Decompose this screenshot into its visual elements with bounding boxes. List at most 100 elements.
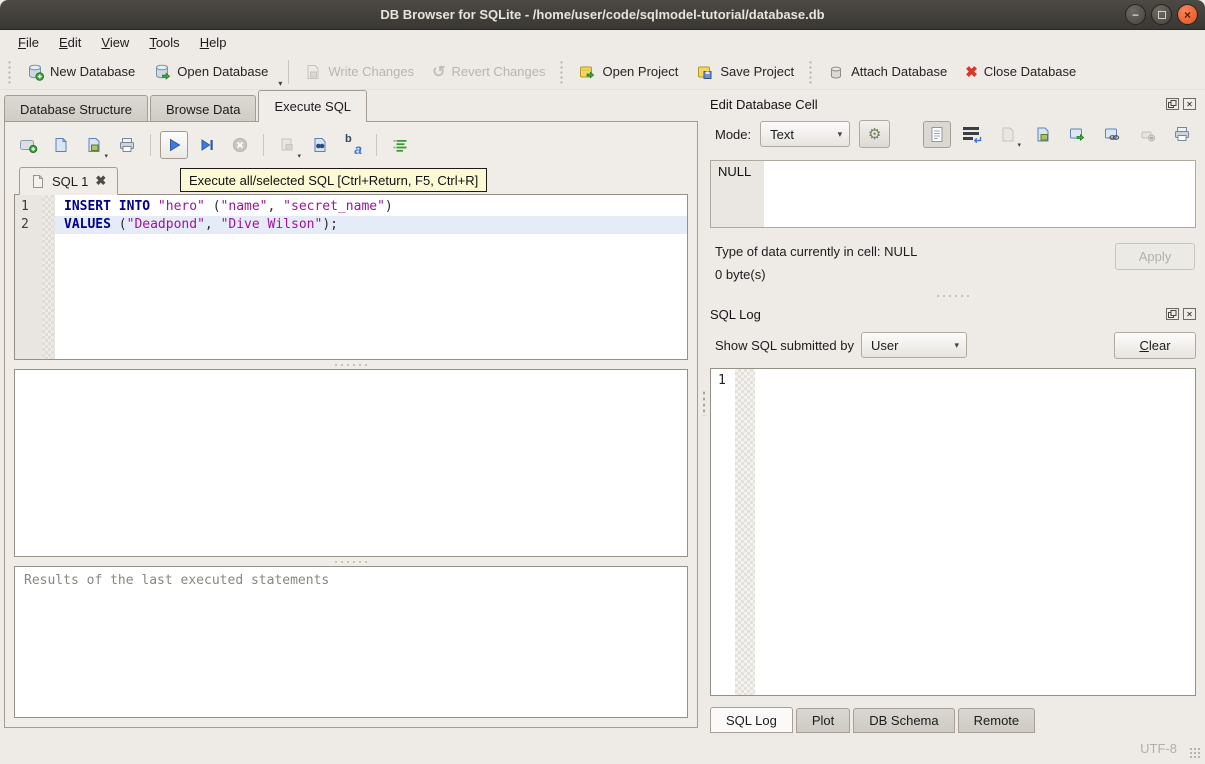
sql-editor[interactable]: 1 2 INSERT INTO "hero" ("name", "secret_… xyxy=(14,194,688,360)
save-sql-file-button[interactable]: ▾ xyxy=(80,131,108,159)
maximize-button[interactable] xyxy=(1151,4,1172,25)
cell-value-editor[interactable]: NULL xyxy=(710,160,1196,228)
log-filter-combobox[interactable]: User ▾ xyxy=(861,332,967,358)
find-button[interactable] xyxy=(306,131,334,159)
attach-database-label: Attach Database xyxy=(851,64,947,79)
clear-log-button[interactable]: Clear xyxy=(1114,332,1196,359)
save-project-button[interactable]: Save Project xyxy=(687,58,803,86)
grid-messages-splitter[interactable] xyxy=(14,557,688,566)
export-dropdown-caret: ▾ xyxy=(297,152,301,160)
results-grid[interactable] xyxy=(14,369,688,557)
format-sql-button[interactable] xyxy=(386,131,414,159)
dock-float-button[interactable] xyxy=(1166,98,1179,110)
execute-sql-button[interactable] xyxy=(160,131,188,159)
execute-sql-panel: ▾ xyxy=(4,121,698,728)
new-database-button[interactable]: New Database xyxy=(17,58,144,86)
execute-current-line-button[interactable] xyxy=(193,131,221,159)
apply-button[interactable]: Apply xyxy=(1115,243,1195,270)
sql-log-dock-titlebar: SQL Log ✕ xyxy=(710,304,1196,324)
set-null-button[interactable] xyxy=(1133,121,1161,148)
cell-type-info: Type of data currently in cell: NULL xyxy=(715,240,917,263)
open-database-dropdown-caret[interactable]: ▾ xyxy=(278,79,282,89)
open-database-icon xyxy=(153,63,171,81)
new-database-label: New Database xyxy=(50,64,135,79)
dock-close-button[interactable]: ✕ xyxy=(1183,308,1196,320)
float-icon xyxy=(1168,310,1177,318)
dock-close-button[interactable]: ✕ xyxy=(1183,98,1196,110)
tab-remote[interactable]: Remote xyxy=(958,708,1036,733)
close-button[interactable]: × xyxy=(1177,4,1198,25)
dock-splitter[interactable] xyxy=(710,288,1196,304)
find-replace-button[interactable]: b a xyxy=(339,131,367,159)
toolbar-drag-handle[interactable] xyxy=(559,60,564,84)
sql-log-area[interactable]: 1 xyxy=(710,368,1196,696)
revert-changes-button[interactable]: ↺ Revert Changes xyxy=(423,57,554,87)
main-area: Database Structure Browse Data Execute S… xyxy=(0,90,1205,733)
open-database-button[interactable]: Open Database xyxy=(144,58,277,86)
attach-database-button[interactable]: Attach Database xyxy=(818,58,956,86)
log-filter-value: User xyxy=(871,338,898,353)
word-wrap-icon: ↵ xyxy=(963,126,981,142)
toolbar-drag-handle[interactable] xyxy=(7,60,12,84)
stop-icon xyxy=(231,136,249,154)
combo-arrow-icon: ▾ xyxy=(826,129,843,140)
execute-line-icon xyxy=(198,136,216,154)
main-vertical-splitter[interactable] xyxy=(701,90,707,733)
menu-help[interactable]: Help xyxy=(190,32,237,53)
sql-doc-tab[interactable]: SQL 1 ✖ xyxy=(19,167,118,195)
open-in-external-button[interactable] xyxy=(1063,121,1091,148)
find-icon xyxy=(311,136,329,154)
revert-changes-icon: ↺ xyxy=(432,62,445,82)
log-text-area[interactable] xyxy=(755,369,1195,695)
sql-doc-tab-close-icon[interactable]: ✖ xyxy=(95,173,106,189)
export-to-file-button[interactable] xyxy=(1028,121,1056,148)
tab-browse-data[interactable]: Browse Data xyxy=(150,95,256,122)
write-changes-icon xyxy=(304,63,322,81)
toolbar-drag-handle[interactable] xyxy=(808,60,813,84)
new-tab-icon xyxy=(19,136,38,154)
line-number: 1 xyxy=(21,198,42,216)
sql-code-area[interactable]: INSERT INTO "hero" ("name", "secret_name… xyxy=(55,195,687,359)
toolbar-separator xyxy=(288,60,289,84)
minimize-button[interactable]: − xyxy=(1125,4,1146,25)
menu-tools[interactable]: Tools xyxy=(139,32,189,53)
menu-edit[interactable]: Edit xyxy=(49,32,91,53)
close-database-label: Close Database xyxy=(984,64,1077,79)
cell-editor-toolbar: ↵ ▾ xyxy=(923,121,1196,148)
tab-db-schema[interactable]: DB Schema xyxy=(853,708,954,733)
import-dropdown-caret: ▾ xyxy=(1017,141,1021,149)
stop-execution-button[interactable] xyxy=(226,131,254,159)
print-sql-button[interactable] xyxy=(113,131,141,159)
tab-sql-log[interactable]: SQL Log xyxy=(710,707,793,733)
open-sql-file-button[interactable] xyxy=(47,131,75,159)
results-messages[interactable]: Results of the last executed statements xyxy=(14,566,688,718)
resize-grip[interactable] xyxy=(1189,747,1202,760)
dock-float-button[interactable] xyxy=(1166,308,1179,320)
editor-results-splitter[interactable] xyxy=(14,360,688,369)
tab-database-structure[interactable]: Database Structure xyxy=(4,95,148,122)
export-results-button[interactable]: ▾ xyxy=(273,131,301,159)
apply-settings-button[interactable]: ⚙ xyxy=(859,120,890,148)
mode-combobox[interactable]: Text ▾ xyxy=(760,121,850,147)
new-sql-tab-button[interactable] xyxy=(14,131,42,159)
menu-file[interactable]: File xyxy=(8,32,49,53)
write-changes-button[interactable]: Write Changes xyxy=(295,58,423,86)
menu-view[interactable]: View xyxy=(91,32,139,53)
print-icon xyxy=(118,136,136,154)
encoding-indicator[interactable]: UTF-8 xyxy=(1140,741,1177,756)
tab-execute-sql[interactable]: Execute SQL xyxy=(258,90,367,122)
save-project-label: Save Project xyxy=(720,64,794,79)
copy-link-button[interactable] xyxy=(1098,121,1126,148)
word-wrap-button[interactable]: ↵ xyxy=(958,121,986,148)
title-bar[interactable]: DB Browser for SQLite - /home/user/code/… xyxy=(0,0,1205,30)
open-project-button[interactable]: Open Project xyxy=(569,58,687,86)
line-number: 2 xyxy=(21,216,42,234)
import-from-file-button[interactable]: ▾ xyxy=(993,121,1021,148)
cell-value: NULL xyxy=(718,164,751,179)
close-database-icon: ✖ xyxy=(965,63,978,81)
close-database-button[interactable]: ✖ Close Database xyxy=(956,58,1085,86)
tab-plot[interactable]: Plot xyxy=(796,708,850,733)
text-mode-button[interactable] xyxy=(923,121,951,148)
cell-value-text-area[interactable] xyxy=(764,161,1195,227)
print-cell-button[interactable] xyxy=(1168,121,1196,148)
